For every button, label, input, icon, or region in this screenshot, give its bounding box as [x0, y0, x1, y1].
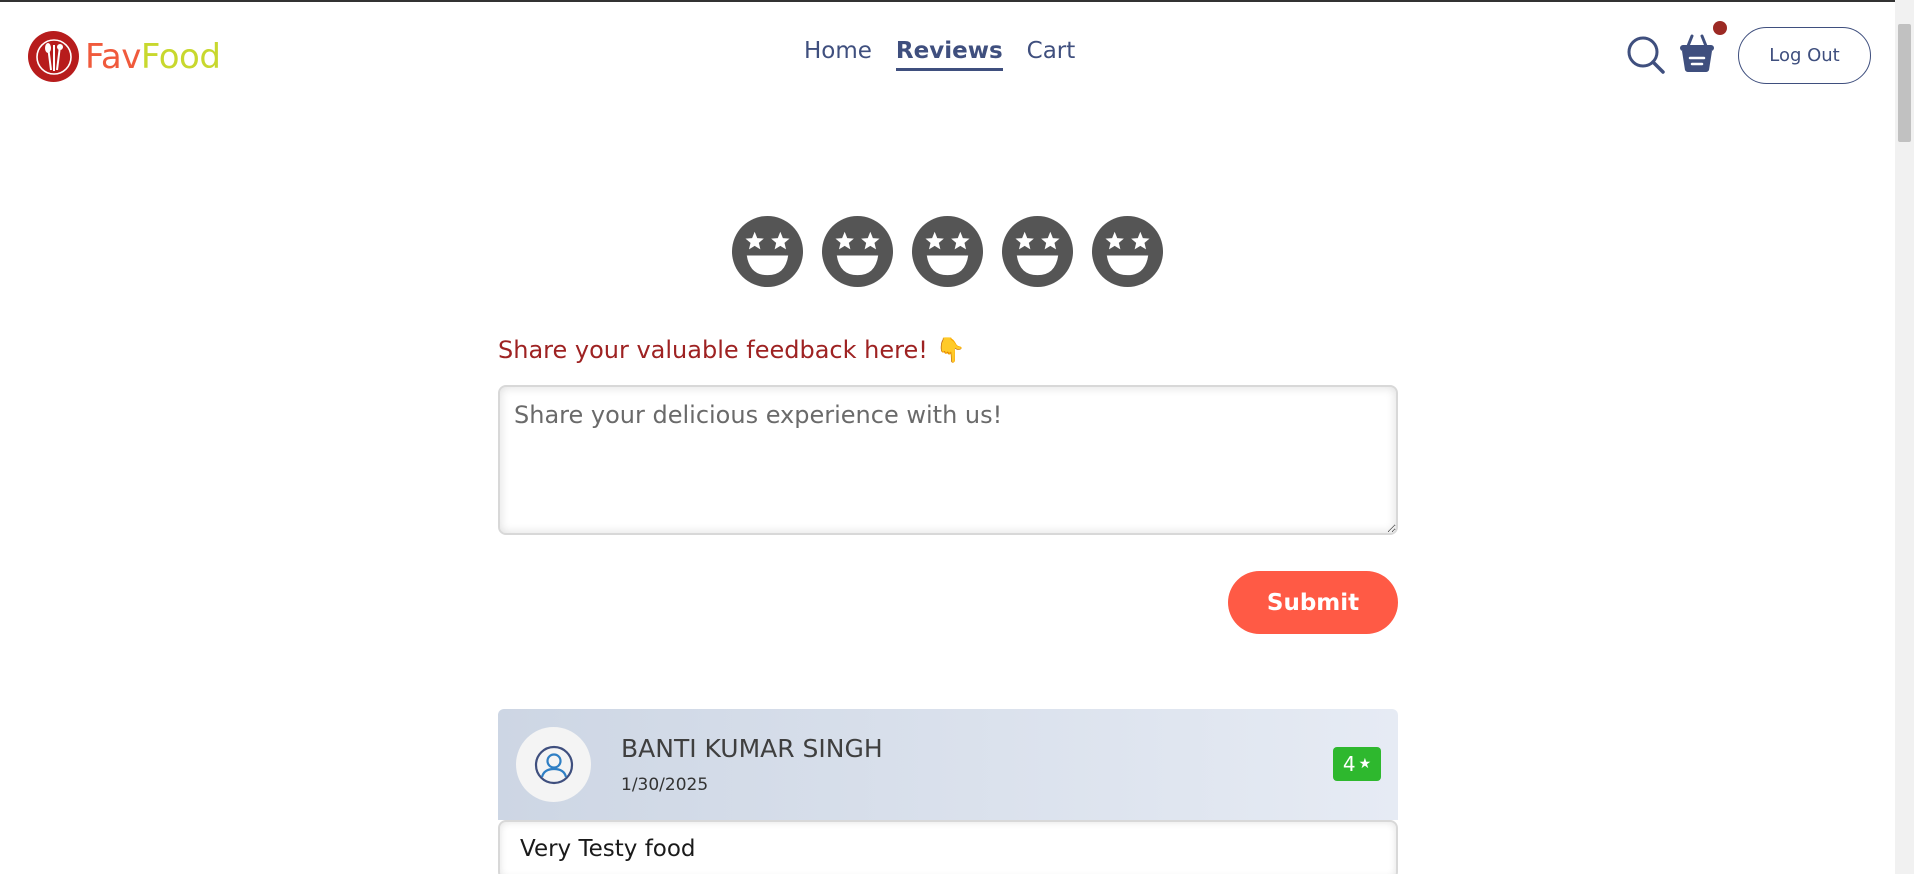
main-nav: Home Reviews Cart [804, 38, 1075, 71]
emoji-rating [731, 215, 1164, 288]
feedback-heading: Share your valuable feedback here! 👇 [498, 336, 966, 364]
nav-home-link[interactable]: Home [804, 38, 872, 71]
nav-cart-link[interactable]: Cart [1027, 38, 1076, 71]
basket-icon[interactable] [1677, 32, 1717, 74]
submit-button[interactable]: Submit [1228, 571, 1398, 634]
rating-emoji-1-icon[interactable] [731, 215, 804, 288]
window-top-border [0, 0, 1914, 2]
reviewer-name: BANTI KUMAR SINGH [621, 734, 883, 763]
nav-reviews-link[interactable]: Reviews [895, 38, 1003, 71]
rating-emoji-2-icon[interactable] [821, 215, 894, 288]
avatar [516, 727, 591, 802]
user-avatar-icon [534, 745, 573, 784]
brand-name-food: Food [140, 36, 221, 77]
favfood-logo[interactable]: FavFood [28, 31, 221, 82]
rating-badge: 4 ★ [1333, 747, 1381, 781]
scrollbar-thumb[interactable] [1898, 24, 1911, 142]
review-card-header: BANTI KUMAR SINGH 1/30/2025 4 ★ [498, 709, 1398, 820]
rating-value: 4 [1342, 752, 1356, 776]
brand-name: FavFood [85, 36, 221, 77]
rating-emoji-3-icon[interactable] [911, 215, 984, 288]
search-icon[interactable] [1626, 35, 1666, 75]
logout-button[interactable]: Log Out [1738, 27, 1871, 84]
feedback-textarea[interactable] [498, 385, 1398, 535]
cart-notification-dot [1713, 21, 1727, 35]
rating-emoji-5-icon[interactable] [1091, 215, 1164, 288]
review-date: 1/30/2025 [621, 775, 709, 795]
utensils-logo-icon [28, 31, 79, 82]
brand-name-fav: Fav [85, 36, 141, 77]
star-icon: ★ [1358, 756, 1372, 772]
rating-emoji-4-icon[interactable] [1001, 215, 1074, 288]
review-text: Very Testy food [498, 820, 1398, 874]
